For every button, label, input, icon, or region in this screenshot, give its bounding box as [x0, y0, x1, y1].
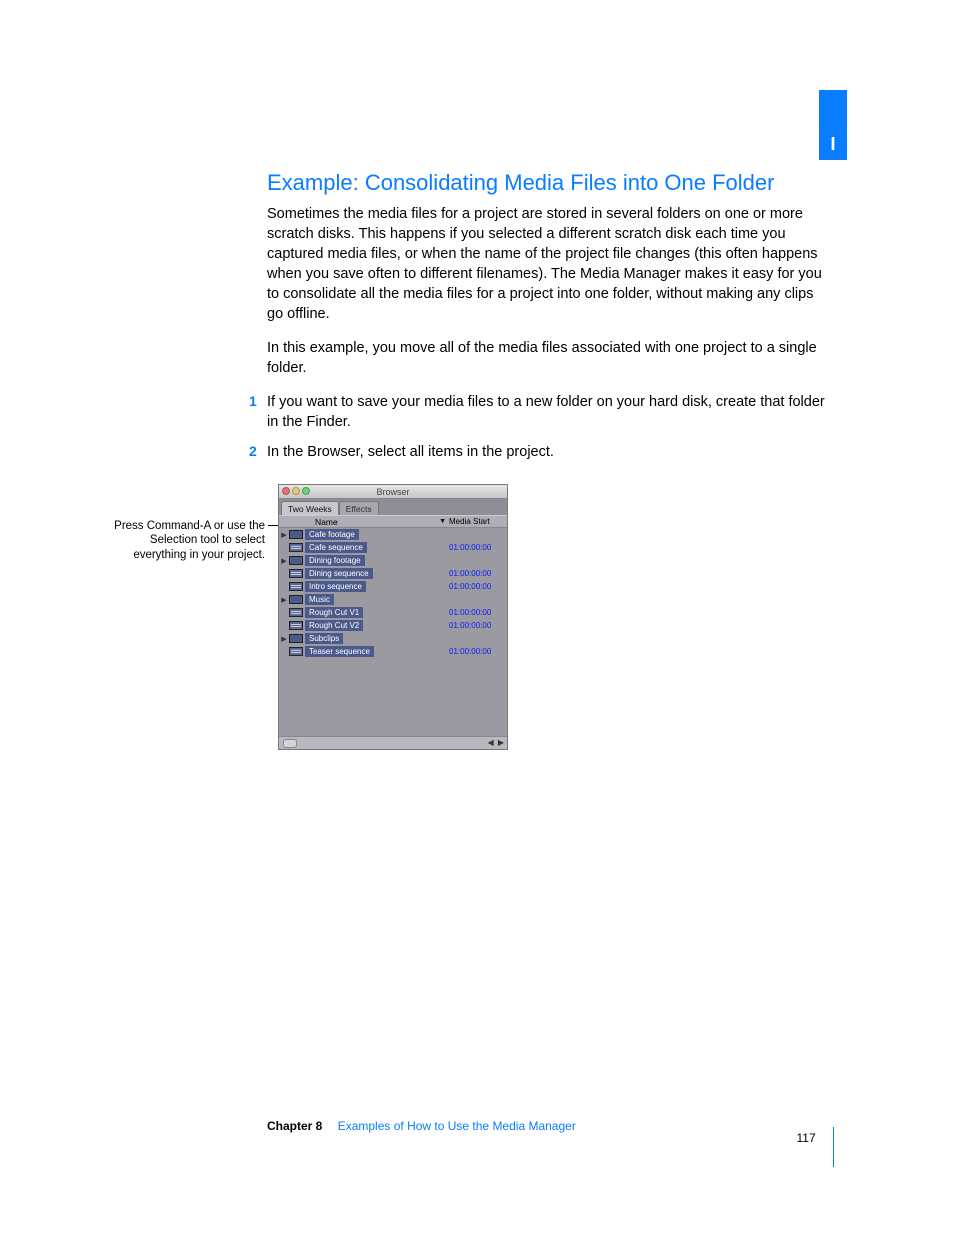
list-item[interactable]: Cafe sequence 01:00:00:00 — [279, 541, 507, 554]
bin-icon — [289, 530, 303, 539]
bin-icon — [289, 556, 303, 565]
paragraph-2: In this example, you move all of the med… — [267, 338, 827, 378]
media-start-value: 01:00:00:00 — [449, 608, 507, 617]
tab-two-weeks[interactable]: Two Weeks — [281, 501, 339, 515]
tab-effects[interactable]: Effects — [339, 501, 379, 515]
list-item[interactable]: Intro sequence 01:00:00:00 — [279, 580, 507, 593]
window-title: Browser — [376, 487, 409, 497]
browser-window: Browser Two Weeks Effects Name ▼ Media S… — [278, 484, 508, 750]
browser-rows: ▶ Cafe footage Cafe sequence 01:00:00:00 ▶ Di… — [279, 528, 507, 658]
disclosure-triangle-icon[interactable]: ▶ — [279, 596, 289, 604]
bin-icon — [289, 595, 303, 604]
disclosure-triangle-icon[interactable]: ▶ — [279, 531, 289, 539]
figure-callout: Press Command-A or use the Selection too… — [110, 519, 265, 562]
list-item[interactable]: Teaser sequence 01:00:00:00 — [279, 645, 507, 658]
item-label: Teaser sequence — [305, 646, 374, 657]
page-number: 117 — [797, 1131, 816, 1145]
list-item[interactable]: Rough Cut V2 01:00:00:00 — [279, 619, 507, 632]
item-label: Subclips — [305, 633, 343, 644]
footer-divider — [833, 1127, 834, 1167]
sequence-icon — [289, 543, 303, 552]
step-2: In the Browser, select all items in the … — [267, 442, 827, 462]
list-item[interactable]: Rough Cut V1 01:00:00:00 — [279, 606, 507, 619]
item-label: Cafe footage — [305, 529, 359, 540]
item-label: Cafe sequence — [305, 542, 367, 553]
list-item[interactable]: ▶ Cafe footage — [279, 528, 507, 541]
paragraph-1: Sometimes the media files for a project … — [267, 204, 827, 324]
scroll-arrows[interactable]: ◀ ▶ — [487, 738, 505, 747]
list-item[interactable]: ▶ Subclips — [279, 632, 507, 645]
sequence-icon — [289, 647, 303, 656]
chapter-title: Examples of How to Use the Media Manager — [338, 1119, 576, 1133]
column-media-start[interactable]: Media Start — [449, 517, 507, 526]
list-item[interactable]: Dining sequence 01:00:00:00 — [279, 567, 507, 580]
step-list: If you want to save your media files to … — [267, 392, 827, 462]
column-header-row: Name ▼ Media Start — [279, 515, 507, 528]
traffic-lights — [282, 487, 310, 495]
list-item[interactable]: ▶ Music — [279, 593, 507, 606]
close-icon[interactable] — [282, 487, 290, 495]
scroll-thumb[interactable] — [283, 739, 297, 748]
section-heading: Example: Consolidating Media Files into … — [267, 170, 827, 196]
item-label: Intro sequence — [305, 581, 366, 592]
bin-icon — [289, 634, 303, 643]
sequence-icon — [289, 582, 303, 591]
list-item[interactable]: ▶ Dining footage — [279, 554, 507, 567]
item-label: Rough Cut V2 — [305, 620, 363, 631]
disclosure-triangle-icon[interactable]: ▶ — [279, 557, 289, 565]
media-start-value: 01:00:00:00 — [449, 543, 507, 552]
disclosure-triangle-icon[interactable]: ▶ — [279, 635, 289, 643]
item-label: Dining sequence — [305, 568, 373, 579]
browser-scrollbar[interactable]: ◀ ▶ — [279, 736, 507, 749]
chapter-label: Chapter 8 — [267, 1119, 322, 1133]
browser-tabs: Two Weeks Effects — [279, 499, 507, 515]
media-start-value: 01:00:00:00 — [449, 621, 507, 630]
footer-right: 117 — [797, 1119, 834, 1159]
item-label: Music — [305, 594, 334, 605]
main-content: Example: Consolidating Media Files into … — [267, 170, 827, 472]
section-tab: I — [819, 90, 847, 160]
media-start-value: 01:00:00:00 — [449, 647, 507, 656]
sequence-icon — [289, 621, 303, 630]
sequence-icon — [289, 569, 303, 578]
browser-empty-area — [279, 658, 507, 736]
sequence-icon — [289, 608, 303, 617]
column-name[interactable]: Name — [279, 517, 439, 527]
media-start-value: 01:00:00:00 — [449, 569, 507, 578]
media-start-value: 01:00:00:00 — [449, 582, 507, 591]
sort-indicator-icon: ▼ — [439, 518, 449, 525]
window-titlebar: Browser — [279, 485, 507, 499]
item-label: Dining footage — [305, 555, 365, 566]
item-label: Rough Cut V1 — [305, 607, 363, 618]
minimize-icon[interactable] — [292, 487, 300, 495]
step-1: If you want to save your media files to … — [267, 392, 827, 432]
footer-left: Chapter 8 Examples of How to Use the Med… — [267, 1119, 576, 1133]
zoom-icon[interactable] — [302, 487, 310, 495]
